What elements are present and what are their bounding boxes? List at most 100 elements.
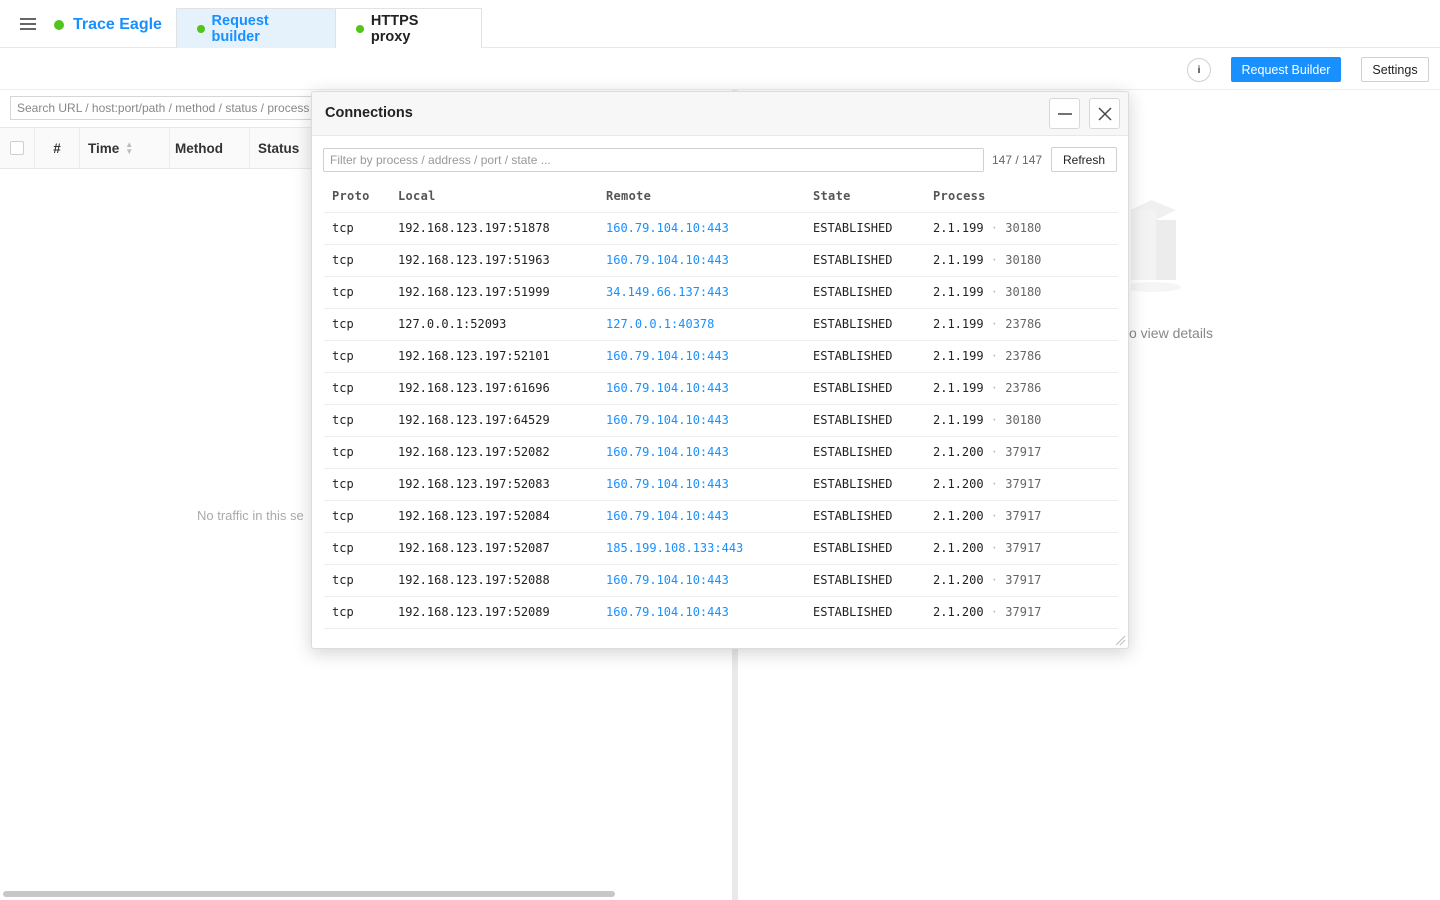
cell-remote-link[interactable]: 160.79.104.10:443 [606,437,729,468]
cell-remote-link[interactable]: 160.79.104.10:443 [606,405,729,436]
empty-details-message: o view details [1129,325,1214,341]
table-row[interactable]: tcp 192.168.123.197:51878 160.79.104.10:44… [324,213,1118,245]
process-id: 30180 [1005,413,1042,427]
resize-handle-icon[interactable] [1114,634,1126,646]
close-icon [1098,107,1111,120]
table-row[interactable]: tcp 192.168.123.197:52082 160.79.104.10:44… [324,437,1118,469]
cell-remote-link[interactable]: 160.79.104.10:443 [606,341,729,372]
cell-proto: tcp [332,477,354,491]
cell-local: 192.168.123.197:52088 [398,573,550,587]
tab-label: Request builder [211,12,269,45]
connections-table: Proto Local Remote State Process tcp 192.… [324,181,1118,629]
search-input[interactable] [10,96,330,120]
cell-remote-link[interactable]: 185.199.108.133:443 [606,533,743,564]
separator: · [983,381,1006,395]
separator: · [983,317,1006,331]
process-id: 23786 [1005,381,1042,395]
separator: · [983,285,1006,299]
table-row[interactable]: tcp 192.168.123.197:51999 34.149.66.137:44… [324,277,1118,309]
settings-button[interactable]: Settings [1361,57,1429,82]
cell-state: ESTABLISHED [813,445,893,459]
table-row[interactable]: tcp 192.168.123.197:52087 185.199.108.133:… [324,533,1118,565]
cell-state: ESTABLISHED [813,541,893,555]
cell-proto: tcp [332,573,354,587]
cell-state: ESTABLISHED [813,317,893,331]
hamburger-menu-icon[interactable] [18,15,38,33]
cell-local: 192.168.123.197:64529 [398,413,550,427]
brand: Trace Eagle [54,14,162,36]
cell-remote-link[interactable]: 160.79.104.10:443 [606,469,729,500]
table-row[interactable]: tcp 127.0.0.1:52093 127.0.0.1:40378 ESTABLI… [324,309,1118,341]
close-button[interactable] [1089,98,1120,129]
tab-label: HTTPS proxy [370,12,419,45]
table-row[interactable]: tcp 192.168.123.197:52089 160.79.104.10:44… [324,597,1118,629]
request-builder-button[interactable]: Request Builder [1231,57,1341,82]
table-row[interactable]: tcp 192.168.123.197:61696 160.79.104.10:44… [324,373,1118,405]
process-id: 23786 [1005,317,1042,331]
connections-dialog: Connections 147 / 147 Refresh Proto Loca… [311,91,1129,649]
connections-table-header: Proto Local Remote State Process [324,181,1118,213]
process-version: 2.1.200 [933,541,984,555]
column-method: Method [170,128,250,168]
process-version: 2.1.199 [933,253,984,267]
table-row[interactable]: tcp 192.168.123.197:52088 160.79.104.10:44… [324,565,1118,597]
table-row[interactable]: tcp 192.168.123.197:52083 160.79.104.10:44… [324,469,1118,501]
cell-proto: tcp [332,445,354,459]
dialog-header[interactable]: Connections [312,92,1128,136]
cell-remote-link[interactable]: 34.149.66.137:443 [606,277,729,308]
minimize-button[interactable] [1049,98,1080,129]
separator: · [983,445,1006,459]
horizontal-scrollbar[interactable] [3,891,615,897]
process-id: 30180 [1005,285,1042,299]
process-version: 2.1.199 [933,285,984,299]
toolbar: i Request Builder Settings [0,48,1440,90]
cell-process: 2.1.200 · 37917 [933,501,1041,532]
cell-process: 2.1.199 · 23786 [933,341,1041,372]
filter-input[interactable] [323,148,984,172]
sort-icon[interactable]: ▲ ▼ [125,141,133,156]
cell-proto: tcp [332,605,354,619]
select-all-checkbox[interactable] [0,128,35,168]
process-id: 37917 [1005,445,1042,459]
cell-remote-link[interactable]: 127.0.0.1:40378 [606,309,714,340]
cell-state: ESTABLISHED [813,605,893,619]
cell-state: ESTABLISHED [813,349,893,363]
cell-remote-link[interactable]: 160.79.104.10:443 [606,373,729,404]
process-version: 2.1.200 [933,573,984,587]
cell-local: 192.168.123.197:51963 [398,253,550,267]
refresh-button[interactable]: Refresh [1051,147,1117,172]
separator: · [983,573,1006,587]
process-version: 2.1.199 [933,221,984,235]
table-row[interactable]: tcp 192.168.123.197:52101 160.79.104.10:44… [324,341,1118,373]
tab-https-proxy[interactable]: HTTPS proxy [335,8,482,48]
table-row[interactable]: tcp 192.168.123.197:51963 160.79.104.10:44… [324,245,1118,277]
table-row[interactable]: tcp 192.168.123.197:52084 160.79.104.10:44… [324,501,1118,533]
column-number: # [35,128,80,168]
empty-traffic-message: No traffic in this se [197,508,304,523]
process-id: 37917 [1005,541,1042,555]
cell-local: 192.168.123.197:61696 [398,381,550,395]
process-version: 2.1.200 [933,477,984,491]
cell-remote-link[interactable]: 160.79.104.10:443 [606,245,729,276]
cell-remote-link[interactable]: 160.79.104.10:443 [606,565,729,596]
cell-proto: tcp [332,253,354,267]
cell-proto: tcp [332,541,354,555]
status-dot-icon [54,20,64,30]
cell-local: 192.168.123.197:52082 [398,445,550,459]
cell-process: 2.1.200 · 37917 [933,597,1041,628]
top-bar: Trace Eagle Request builder HTTPS proxy [0,0,1440,48]
process-version: 2.1.200 [933,445,984,459]
cell-local: 192.168.123.197:52101 [398,349,550,363]
process-version: 2.1.200 [933,509,984,523]
dialog-title: Connections [325,105,413,121]
tab-request-builder[interactable]: Request builder [176,8,336,48]
process-id: 23786 [1005,349,1042,363]
process-id: 30180 [1005,253,1042,267]
cell-remote-link[interactable]: 160.79.104.10:443 [606,597,729,628]
info-icon[interactable]: i [1187,58,1211,82]
table-row[interactable]: tcp 192.168.123.197:64529 160.79.104.10:44… [324,405,1118,437]
cell-process: 2.1.200 · 37917 [933,565,1041,596]
cell-remote-link[interactable]: 160.79.104.10:443 [606,501,729,532]
cell-remote-link[interactable]: 160.79.104.10:443 [606,213,729,244]
column-time[interactable]: Time ▲ ▼ [80,128,170,168]
